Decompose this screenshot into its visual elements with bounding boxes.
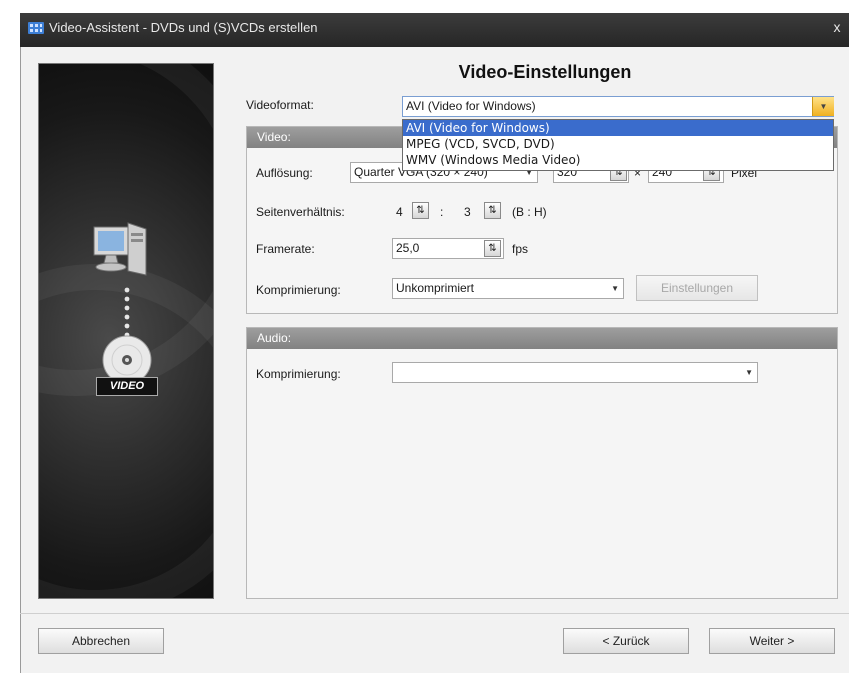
computer-icon	[93, 222, 147, 276]
aspect-width-spinner-icon[interactable]: ⇅	[412, 202, 429, 219]
framerate-spinner-icon[interactable]: ⇅	[484, 240, 501, 257]
video-badge: VIDEO	[96, 377, 158, 396]
dropdown-option-wmv[interactable]: WMV (Windows Media Video)	[403, 152, 833, 168]
aspect-separator: :	[440, 205, 444, 219]
seitenverhaeltnis-label: Seitenverhältnis:	[256, 205, 345, 219]
page-title: Video-Einstellungen	[458, 62, 632, 82]
audio-komprimierung-label: Komprimierung:	[256, 367, 341, 381]
close-icon[interactable]: x	[828, 19, 846, 35]
wizard-side-panel: VIDEO	[38, 63, 214, 599]
fps-unit: fps	[512, 242, 529, 256]
videoformat-select[interactable]: AVI (Video for Windows)	[402, 96, 834, 117]
aufloesung-label: Auflösung:	[256, 166, 313, 180]
aspect-hint: (B : H)	[512, 205, 547, 219]
video-komprimierung-select[interactable]: Unkomprimiert ▼	[392, 278, 624, 299]
aspect-height-spinner-icon[interactable]: ⇅	[484, 202, 501, 219]
cancel-button[interactable]: Abbrechen	[38, 628, 164, 654]
back-button[interactable]: < Zurück	[563, 628, 689, 654]
video-app-icon	[28, 22, 44, 34]
framerate-value: 25,0	[396, 241, 420, 255]
video-komprimierung-label: Komprimierung:	[256, 283, 341, 297]
framerate-label: Framerate:	[256, 242, 315, 256]
chevron-down-icon[interactable]: ▼	[812, 97, 834, 116]
chevron-down-icon: ▼	[745, 368, 753, 377]
next-button[interactable]: Weiter >	[709, 628, 835, 654]
dropdown-option-avi[interactable]: AVI (Video for Windows)	[403, 120, 833, 136]
aspect-height-value[interactable]: 3	[464, 205, 471, 219]
videoformat-dropdown-list[interactable]: AVI (Video for Windows) MPEG (VCD, SVCD,…	[402, 119, 834, 171]
video-komprimierung-value: Unkomprimiert	[396, 281, 475, 295]
aspect-width-value[interactable]: 4	[396, 205, 403, 219]
next-button-label: Weiter >	[749, 634, 795, 648]
videoformat-label: Videoformat:	[246, 98, 314, 112]
divider	[20, 613, 849, 614]
audio-komprimierung-select[interactable]: ▼	[392, 362, 758, 383]
window-title: Video-Assistent - DVDs und (S)VCDs erste…	[49, 20, 318, 35]
dropdown-option-mpeg[interactable]: MPEG (VCD, SVCD, DVD)	[403, 136, 833, 152]
einstellungen-button[interactable]: Einstellungen	[636, 275, 758, 301]
audio-section-header: Audio:	[247, 328, 837, 349]
videoformat-value: AVI (Video for Windows)	[406, 99, 536, 113]
chevron-down-icon: ▼	[611, 284, 619, 293]
title-bar[interactable]: Video-Assistent - DVDs und (S)VCDs erste…	[20, 13, 849, 47]
